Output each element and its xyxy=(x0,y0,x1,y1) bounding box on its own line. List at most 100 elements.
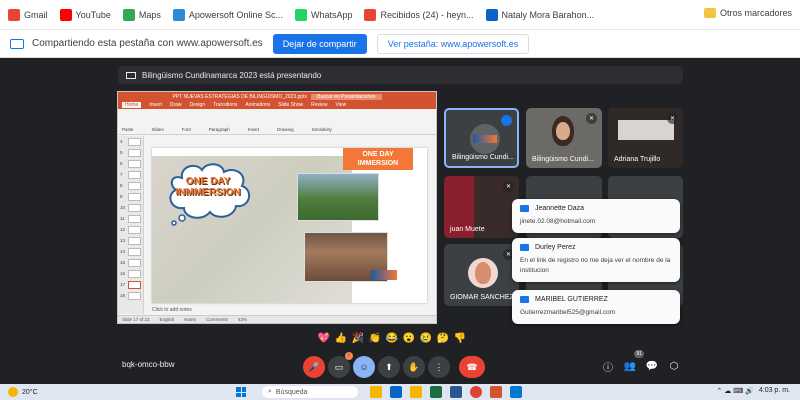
folder-icon[interactable] xyxy=(410,386,422,398)
ppt-tab[interactable]: Review xyxy=(311,102,327,108)
reaction-emoji[interactable]: 😂 xyxy=(385,332,399,346)
participant-count-badge: 91 xyxy=(634,350,644,358)
reaction-emoji[interactable]: 👍 xyxy=(334,332,348,346)
bookmark-item[interactable]: YouTube xyxy=(59,8,111,21)
slide-thumbnail[interactable]: 9 xyxy=(118,191,143,202)
slide-thumbnails: 4 5 6 7 8 9 10 11 12 13 14 15 16 17 18 xyxy=(118,136,144,314)
bookmark-item[interactable]: Nataly Mora Barahon... xyxy=(485,8,594,21)
ppt-tab[interactable]: View xyxy=(336,102,347,108)
ppt-tab[interactable]: Insert xyxy=(149,102,162,108)
camera-icon: ▭ xyxy=(334,361,344,372)
reaction-emoji[interactable]: 👏 xyxy=(368,332,382,346)
whatsapp-icon xyxy=(294,8,307,21)
leave-call-button[interactable]: ☎ xyxy=(459,356,485,378)
word-icon[interactable] xyxy=(450,386,462,398)
participant-tile[interactable]: ✕ juan Muete xyxy=(444,176,519,238)
slide-thumbnail[interactable]: 11 xyxy=(118,213,143,224)
chat-notification[interactable]: MARIBEL GUTIERREZ Gutierrezmaribel525@gm… xyxy=(512,290,680,324)
group-photo-outdoor xyxy=(297,173,379,221)
weather-widget[interactable]: 20°C xyxy=(8,387,38,397)
ppt-ribbon: Paste Slides Font Paragraph Insert Drawing Sen… xyxy=(118,109,436,135)
maps-icon xyxy=(122,8,135,21)
chat-notification[interactable]: Jeannette Daza jinete.02.08@hotmail.com xyxy=(512,199,680,233)
slide-thumbnail[interactable]: 16 xyxy=(118,268,143,279)
view-tab-button[interactable]: Ver pestaña: www.apowersoft.es xyxy=(376,33,530,54)
slide-thumbnail[interactable]: 15 xyxy=(118,257,143,268)
screen-share-icon xyxy=(10,38,24,49)
people-button[interactable]: 👥 91 xyxy=(622,350,644,374)
bookmark-item[interactable]: Gmail xyxy=(8,8,48,21)
reactions-button[interactable]: ☺ xyxy=(353,356,375,378)
participant-tile[interactable]: ✕ Adriana Trujillo xyxy=(608,108,683,168)
edge-icon[interactable] xyxy=(510,386,522,398)
ppt-tab[interactable]: Home xyxy=(122,102,142,108)
slide-thumbnail[interactable]: 12 xyxy=(118,224,143,235)
emoji-icon: ☺ xyxy=(359,362,369,372)
slide-thumbnail[interactable]: 4 xyxy=(118,136,143,147)
powerpoint-icon[interactable] xyxy=(490,386,502,398)
ppt-tab[interactable]: Slide Show xyxy=(278,102,303,108)
ppt-tab[interactable]: Draw xyxy=(170,102,182,108)
reaction-emoji[interactable]: 😮 xyxy=(402,332,416,346)
end-call-icon: ☎ xyxy=(466,361,478,372)
bookmark-item[interactable]: Apowersoft Online Sc... xyxy=(172,8,283,21)
taskbar-apps xyxy=(370,386,530,398)
bookmark-item[interactable]: Maps xyxy=(122,8,161,21)
reaction-emoji[interactable]: 👎 xyxy=(453,332,467,346)
camera-toggle-button[interactable]: ▭! xyxy=(328,352,353,378)
notes-placeholder[interactable]: Click to add notes xyxy=(152,307,192,313)
taskbar-clock[interactable]: 4:03 p. m. xyxy=(759,387,790,394)
taskbar-search[interactable]: ⌕ Búsqueda xyxy=(262,386,358,398)
excel-icon[interactable] xyxy=(430,386,442,398)
slide-thumbnail[interactable]: 5 xyxy=(118,147,143,158)
chat-notification[interactable]: Durley Perez En el link de registro no m… xyxy=(512,238,680,282)
system-tray[interactable]: ⌃ ☁ ⌨ 🔊 xyxy=(716,387,754,395)
slide-thumbnail[interactable]: 17 xyxy=(118,279,143,290)
ppt-tab[interactable]: Design xyxy=(190,102,206,108)
sun-icon xyxy=(8,387,18,397)
slide-thumbnail[interactable]: 7 xyxy=(118,169,143,180)
bookmark-item[interactable]: Recibidos (24) - heyn... xyxy=(364,8,474,21)
slide-thumbnail[interactable]: 18 xyxy=(118,290,143,301)
slide-thumbnail[interactable]: 6 xyxy=(118,158,143,169)
shared-presentation: PPT NUEVAS ESTRATEGIAS DE BILINGÜISMO_20… xyxy=(117,91,437,324)
mic-off-icon: ✕ xyxy=(503,181,514,192)
slide-thumbnail[interactable]: 10 xyxy=(118,202,143,213)
slide-thumbnail[interactable]: 14 xyxy=(118,246,143,257)
chat-button[interactable]: 💬 xyxy=(644,358,660,374)
activities-button[interactable]: ⬡ xyxy=(666,358,682,374)
reaction-emoji[interactable]: 😢 xyxy=(419,332,433,346)
ppt-tab[interactable]: Animations xyxy=(245,102,270,108)
cundinamarca-logo xyxy=(371,270,397,280)
file-explorer-icon[interactable] xyxy=(370,386,382,398)
slide-thumbnail[interactable]: 8 xyxy=(118,180,143,191)
windows-start-icon[interactable] xyxy=(236,387,246,397)
reaction-emoji[interactable]: 🤔 xyxy=(436,332,450,346)
meet-stage: Bilingüismo Cundinamarca 2023 está prese… xyxy=(0,58,800,384)
hand-icon: ✋ xyxy=(408,361,420,372)
ppt-tab[interactable]: Transitions xyxy=(213,102,237,108)
raise-hand-button[interactable]: ✋ xyxy=(403,356,425,378)
other-bookmarks[interactable]: Otros marcadores xyxy=(703,8,792,18)
ribbon-group-label: Paragraph xyxy=(208,127,230,132)
present-button[interactable]: ⬆ xyxy=(378,356,400,378)
slide-thumbnail[interactable]: 13 xyxy=(118,235,143,246)
participant-tile[interactable]: ✕ GIOMAR SANCHEZ xyxy=(444,244,519,306)
status-item: Notes xyxy=(184,317,197,322)
meeting-code: bqk-omco-bbw xyxy=(122,360,175,369)
more-options-button[interactable]: ⋮ xyxy=(428,356,450,378)
meeting-details-button[interactable]: ⓘ xyxy=(600,358,616,374)
status-item: English xyxy=(159,317,175,322)
bookmark-item[interactable]: WhatsApp xyxy=(294,8,352,21)
reaction-emoji[interactable]: 💖 xyxy=(317,332,331,346)
stop-sharing-button[interactable]: Dejar de compartir xyxy=(272,33,367,54)
participant-tile[interactable]: ✕ Bilingüismo Cundi... xyxy=(526,108,602,168)
ribbon-group-label: Sensitivity xyxy=(311,127,332,132)
participant-tile[interactable]: Bilingüismo Cundi... xyxy=(444,108,519,168)
outlook-icon[interactable] xyxy=(390,386,402,398)
reaction-emoji[interactable]: 🎉 xyxy=(351,332,365,346)
mic-toggle-button[interactable]: 🎤 xyxy=(303,356,325,378)
chrome-icon[interactable] xyxy=(470,386,482,398)
mic-off-icon: ✕ xyxy=(586,113,597,124)
participant-name: juan Muete xyxy=(450,226,485,233)
